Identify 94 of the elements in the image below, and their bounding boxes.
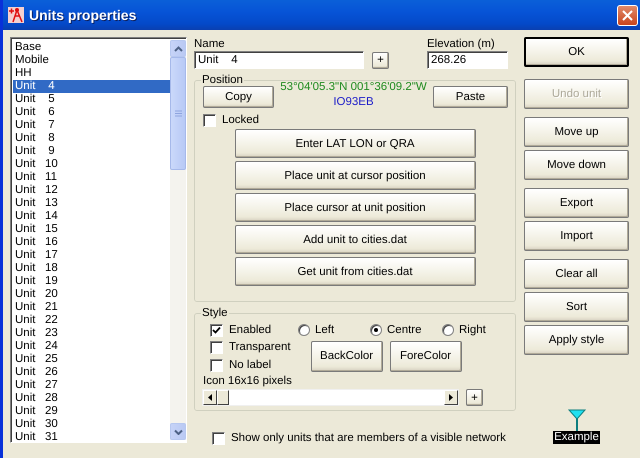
checkbox-label: Enabled xyxy=(229,324,272,336)
list-item[interactable]: Unit 14 xyxy=(13,210,170,223)
action-button[interactable]: Place cursor at unit position xyxy=(234,193,476,222)
grip-icon xyxy=(174,110,182,117)
list-item[interactable]: Unit 16 xyxy=(13,236,170,249)
radio-label: Right xyxy=(459,324,486,336)
group-title: Style xyxy=(201,307,229,319)
radio-label: Left xyxy=(315,324,334,336)
list-item[interactable]: Unit 25 xyxy=(13,353,170,366)
radio-button[interactable] xyxy=(370,324,382,336)
dialog-button[interactable]: Sort xyxy=(524,292,629,322)
radio-button[interactable] xyxy=(298,324,310,336)
icon-size-label: Icon 16x16 pixels xyxy=(203,375,293,387)
list-item[interactable]: Unit 23 xyxy=(13,327,170,340)
list-item[interactable]: Unit 29 xyxy=(13,405,170,418)
radio-button[interactable] xyxy=(442,324,454,336)
list-item[interactable]: Unit 24 xyxy=(13,340,170,353)
checkbox-label: No label xyxy=(229,359,272,371)
scroll-up-button[interactable] xyxy=(170,40,186,57)
scroll-down-button[interactable] xyxy=(170,423,186,440)
scrollbar[interactable] xyxy=(170,40,186,440)
icon-size-slider[interactable] xyxy=(202,389,459,406)
copy-button[interactable]: Copy xyxy=(203,86,274,108)
list-item[interactable]: Unit 5 xyxy=(13,93,170,106)
close-button[interactable] xyxy=(617,4,638,26)
checkbox-label: Locked xyxy=(222,114,260,126)
checkbox[interactable] xyxy=(210,324,223,336)
list-item[interactable]: Unit 7 xyxy=(13,119,170,132)
add-button[interactable]: + xyxy=(372,52,389,68)
list-item[interactable]: Unit 17 xyxy=(13,249,170,262)
list-item[interactable]: HH xyxy=(13,67,170,80)
checkbox[interactable] xyxy=(210,340,223,354)
dialog-button[interactable]: Apply style xyxy=(524,325,629,355)
elevation-field[interactable]: 268.26 xyxy=(427,51,508,69)
list-item[interactable]: Unit 20 xyxy=(13,288,170,301)
list-item[interactable]: Unit 21 xyxy=(13,301,170,314)
group-title: Position xyxy=(201,74,244,86)
list-item[interactable]: Unit 15 xyxy=(13,223,170,236)
action-button[interactable]: Get unit from cities.dat xyxy=(234,257,476,286)
list-item[interactable]: Base xyxy=(13,41,170,54)
chevron-icon xyxy=(174,428,182,434)
checkbox[interactable] xyxy=(210,358,223,372)
checkbox-label: Show only units that are members of a visible network xyxy=(231,432,506,444)
list-item[interactable]: Unit 27 xyxy=(13,379,170,392)
name-field[interactable]: Unit 4 xyxy=(194,51,364,69)
checkbox-label: Transparent xyxy=(229,341,291,353)
scroll-right-button[interactable] xyxy=(444,390,458,405)
list-item[interactable]: Unit 19 xyxy=(13,275,170,288)
list-item[interactable]: Unit 26 xyxy=(13,366,170,379)
list-item[interactable]: Unit 18 xyxy=(13,262,170,275)
triangle-icon xyxy=(208,394,212,401)
list-item[interactable]: Unit 10 xyxy=(13,158,170,171)
dialog-button[interactable]: OK xyxy=(524,37,629,67)
elevation-label: Elevation (m) xyxy=(427,38,496,50)
slider-thumb[interactable] xyxy=(217,390,229,405)
list-item[interactable]: Unit 31 xyxy=(13,431,170,444)
paste-button[interactable]: Paste xyxy=(433,86,508,108)
antenna-icon xyxy=(568,409,586,431)
dialog-button[interactable]: Clear all xyxy=(524,259,629,289)
list-item[interactable]: Unit 12 xyxy=(13,184,170,197)
dialog-button[interactable]: Export xyxy=(524,188,629,218)
back-color-button[interactable]: BackColor xyxy=(310,340,383,372)
list-item[interactable]: Unit 22 xyxy=(13,314,170,327)
checkbox[interactable] xyxy=(203,114,216,126)
dialog-button[interactable]: Move down xyxy=(524,150,629,180)
list-item[interactable]: Unit 13 xyxy=(13,197,170,210)
locator: IO93EB xyxy=(333,96,374,108)
list-item[interactable]: Unit 28 xyxy=(13,392,170,405)
radio-label: Centre xyxy=(387,324,422,336)
triangle-icon xyxy=(449,394,453,401)
scroll-left-button[interactable] xyxy=(203,390,217,405)
chevron-icon xyxy=(174,46,182,52)
scroll-thumb[interactable] xyxy=(170,57,186,170)
dialog-button[interactable]: Import xyxy=(524,221,629,251)
add-button[interactable]: + xyxy=(466,389,483,406)
action-button[interactable]: Enter LAT LON or QRA xyxy=(234,129,476,158)
fore-color-button[interactable]: ForeColor xyxy=(390,340,462,372)
list-item[interactable]: Unit 4 xyxy=(13,80,170,93)
unit-label: Example xyxy=(553,431,600,444)
list-item[interactable]: Unit 8 xyxy=(13,132,170,145)
checkbox[interactable] xyxy=(212,432,225,444)
list-item[interactable]: Mobile xyxy=(13,54,170,67)
list-item[interactable]: Unit 30 xyxy=(13,418,170,431)
coordinates: 53°04'05.3"N 001°36'09.2"W xyxy=(280,81,427,93)
list-item[interactable]: Unit 6 xyxy=(13,106,170,119)
name-label: Name xyxy=(194,38,226,50)
close-icon xyxy=(622,10,633,20)
dialog-button[interactable]: Move up xyxy=(524,117,629,147)
window-title: Units properties xyxy=(29,7,138,23)
list-item[interactable]: Unit 11 xyxy=(13,171,170,184)
list-item[interactable]: Unit 9 xyxy=(13,145,170,158)
app-icon xyxy=(8,7,24,23)
action-button[interactable]: Place unit at cursor position xyxy=(234,161,476,190)
action-button[interactable]: Add unit to cities.dat xyxy=(234,225,476,254)
